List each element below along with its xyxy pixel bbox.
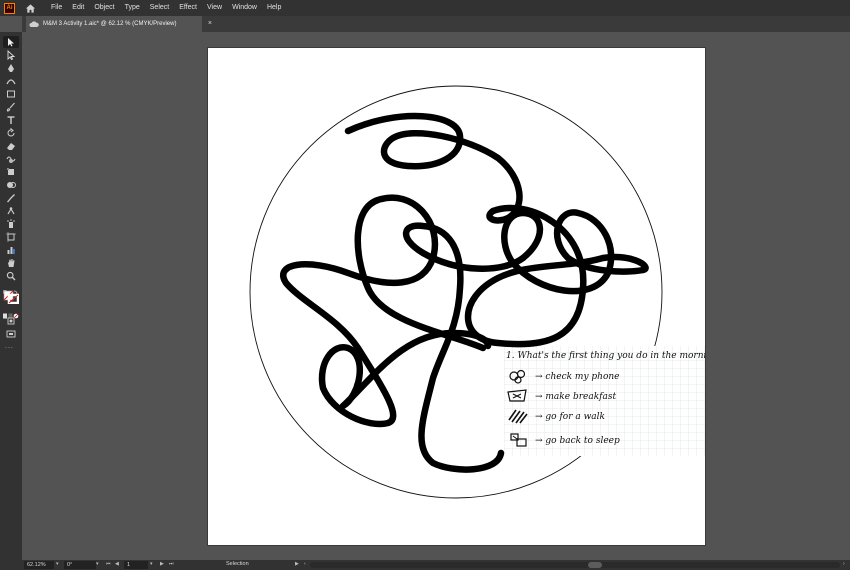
document-tab-title: M&M 3 Activity 1.aic* @ 62.12 % (CMYK/Pr… (43, 21, 177, 27)
last-artboard-icon[interactable]: ⏭ (169, 561, 174, 567)
scroll-left-icon[interactable]: ‹ (304, 561, 306, 567)
warp-tool-icon[interactable] (3, 153, 19, 165)
cloud-icon (29, 21, 39, 27)
symbol-sprayer-tool-icon[interactable] (3, 218, 19, 230)
drawing-mode-icon[interactable] (3, 315, 19, 327)
artboard-number-field[interactable]: 1 (124, 561, 148, 569)
swap-default-colors-icon[interactable] (2, 283, 19, 295)
zoom-level: 62.12% (27, 562, 46, 568)
eyedropper-tool-icon[interactable] (3, 192, 19, 204)
document-tab[interactable]: M&M 3 Activity 1.aic* @ 62.12 % (CMYK/Pr… (26, 16, 212, 32)
edit-toolbar-icon[interactable]: ... (5, 343, 14, 350)
curvature-tool-icon[interactable] (3, 75, 19, 87)
first-artboard-icon[interactable]: ⏮ (106, 561, 111, 567)
graph-tool-icon[interactable] (3, 244, 19, 256)
previous-artboard-icon[interactable]: ◀ (115, 561, 119, 567)
rotate-tool-icon[interactable] (3, 127, 19, 139)
pen-tool-icon[interactable] (3, 62, 19, 74)
artboard-tool-icon[interactable] (3, 231, 19, 243)
horizontal-scrollbar[interactable] (310, 562, 840, 568)
zoom-level-field[interactable]: 62.12% (24, 561, 54, 569)
artboard[interactable]: 1. What's the first thing you do in the … (208, 48, 705, 545)
selection-tool-icon[interactable] (3, 36, 19, 48)
paintbrush-tool-icon[interactable] (3, 101, 19, 113)
menu-edit[interactable]: Edit (67, 0, 89, 16)
zoom-dropdown-icon[interactable]: ▾ (56, 561, 59, 567)
artboard-dropdown-icon[interactable]: ▾ (150, 561, 153, 567)
menu-view[interactable]: View (202, 0, 227, 16)
note-item-2: → make breakfast (535, 392, 616, 402)
artboard-number: 1 (127, 562, 131, 568)
type-tool-icon[interactable] (3, 114, 19, 126)
zoom-tool-icon[interactable] (3, 270, 19, 282)
menu-window[interactable]: Window (227, 0, 262, 16)
color-mode-icons[interactable] (3, 306, 19, 319)
menu-file[interactable]: File (46, 0, 67, 16)
rotation-dropdown-icon[interactable]: ▾ (96, 561, 99, 567)
next-artboard-icon[interactable]: ▶ (160, 561, 164, 567)
scroll-right-icon[interactable]: › (843, 561, 845, 567)
close-tab-icon[interactable]: × (208, 20, 212, 27)
free-transform-tool-icon[interactable] (3, 166, 19, 178)
direct-selection-tool-icon[interactable] (3, 49, 19, 61)
blend-tool-icon[interactable] (3, 205, 19, 217)
menu-effect[interactable]: Effect (174, 0, 202, 16)
artwork-canvas: 1. What's the first thing you do in the … (249, 85, 705, 499)
shape-builder-tool-icon[interactable] (3, 179, 19, 191)
rectangle-tool-icon[interactable] (3, 88, 19, 100)
rotation-value: 0° (67, 562, 73, 568)
screen-mode-icon[interactable] (3, 328, 19, 340)
note-item-4: → go back to sleep (535, 436, 620, 446)
home-icon[interactable] (24, 2, 36, 14)
illustrator-logo-icon: Ai (4, 2, 15, 14)
rotation-field[interactable]: 0° (64, 561, 96, 569)
menu-help[interactable]: Help (262, 0, 286, 16)
menu-select[interactable]: Select (145, 0, 174, 16)
note-item-3: → go for a walk (535, 412, 605, 422)
menu-object[interactable]: Object (89, 0, 119, 16)
tools-panel: ... (0, 32, 22, 560)
document-tab-bar: M&M 3 Activity 1.aic* @ 62.12 % (CMYK/Pr… (22, 16, 850, 32)
eraser-tool-icon[interactable] (3, 140, 19, 152)
current-tool-label: Selection (226, 561, 249, 567)
menu-type[interactable]: Type (120, 0, 145, 16)
status-menu-icon[interactable]: ▶ (295, 561, 299, 567)
horizontal-scroll-thumb[interactable] (588, 562, 602, 568)
note-item-1: → check my phone (535, 372, 620, 382)
status-bar: 62.12% ▾ 0° ▾ ⏮ ◀ 1 ▾ ▶ ⏭ Selection ▶ ‹ … (0, 560, 850, 570)
note-question: 1. What's the first thing you do in the … (506, 351, 705, 361)
hand-tool-icon[interactable] (3, 257, 19, 269)
fill-stroke-swatch[interactable] (3, 290, 20, 305)
menu-bar: Ai File Edit Object Type Select Effect V… (0, 0, 850, 16)
